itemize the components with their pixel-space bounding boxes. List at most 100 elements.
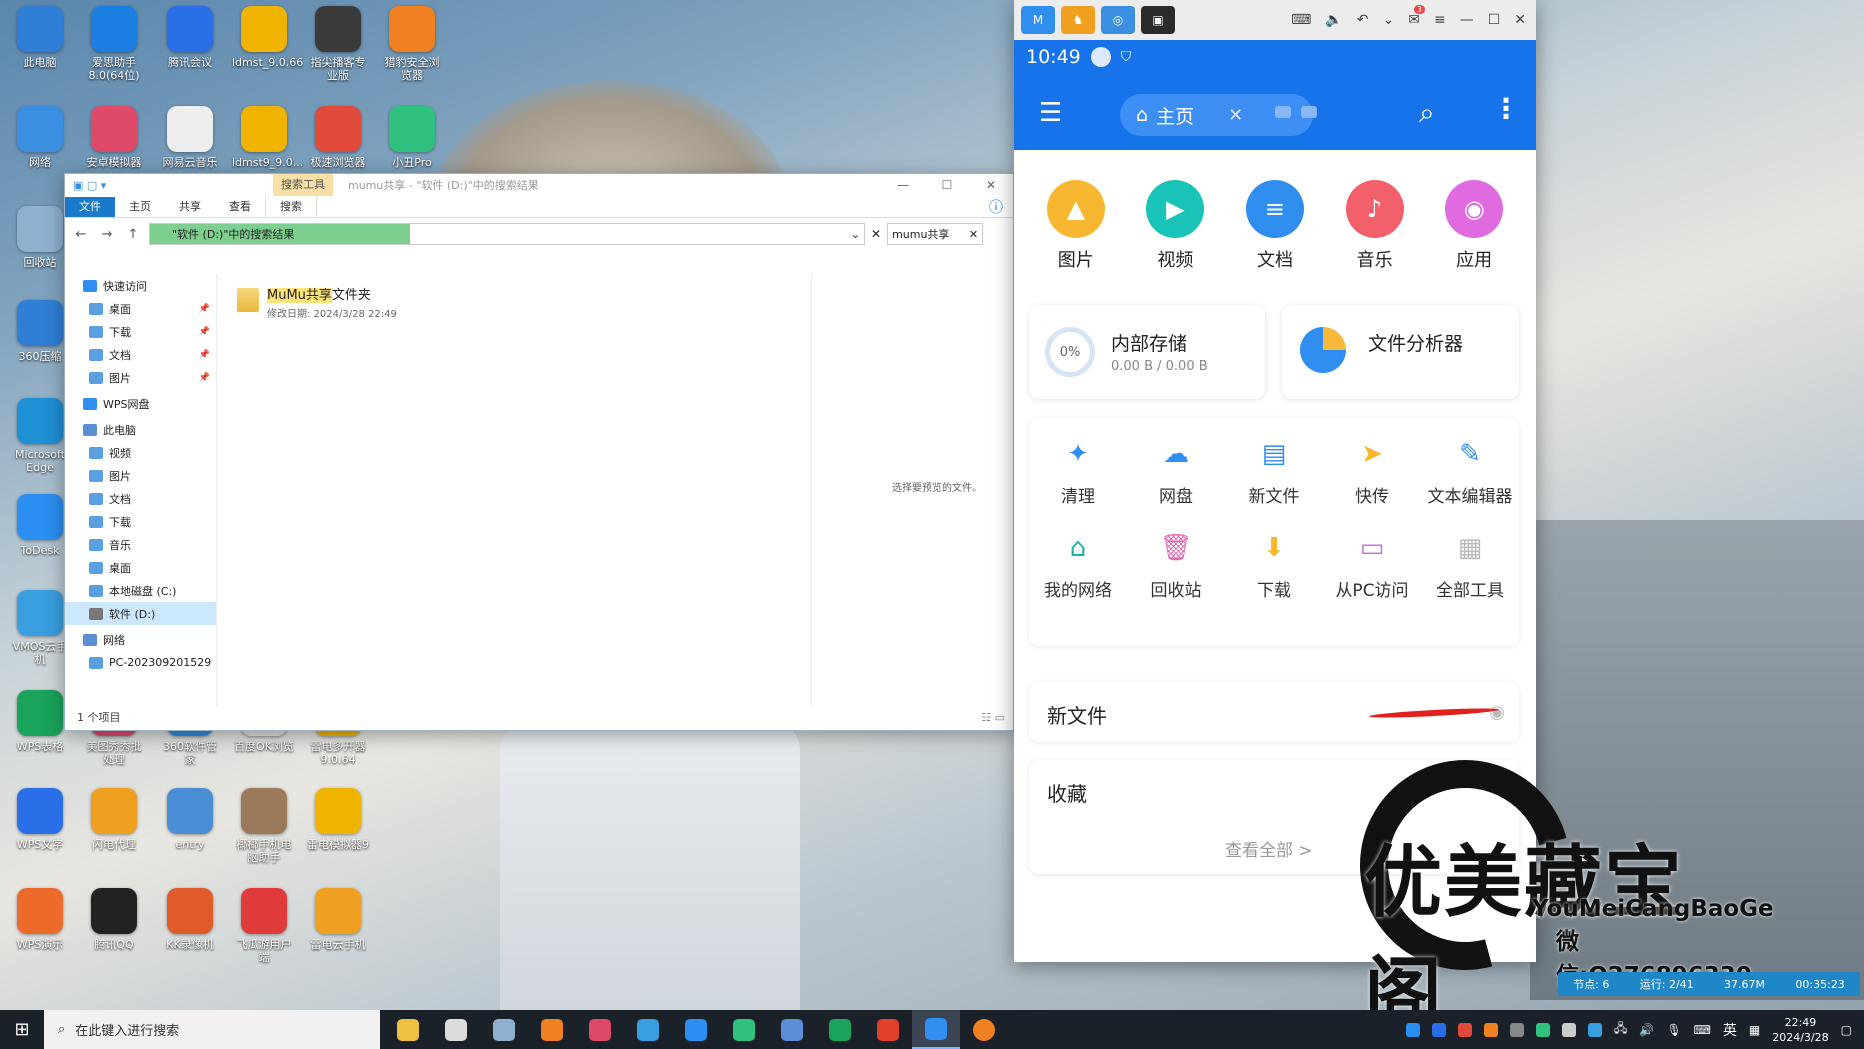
app-tab-icon[interactable]: ◎ [1101, 6, 1135, 34]
folder-tab-icon[interactable] [1275, 106, 1291, 118]
desktop-icon[interactable]: 此电脑 [8, 6, 72, 69]
file-analyzer-card[interactable]: 文件分析器 [1282, 305, 1519, 399]
game-tab-icon[interactable]: ♞ [1061, 6, 1095, 34]
tray-icon[interactable] [1588, 1022, 1602, 1037]
search-icon[interactable]: ⌕ [1419, 96, 1435, 130]
emu-close-button[interactable]: ✕ [1514, 12, 1526, 28]
nvidia-icon[interactable] [1536, 1022, 1550, 1037]
desktop-icon[interactable]: 安卓模拟器 [82, 106, 146, 169]
app-taskbar-icon[interactable] [528, 1010, 576, 1049]
desktop-icon[interactable]: 小丑Pro [380, 106, 444, 169]
chevron-down-icon[interactable]: ⌄ [1383, 12, 1395, 28]
tab-view[interactable]: 查看 [215, 197, 265, 217]
app-taskbar-icon[interactable] [432, 1010, 480, 1049]
category-item[interactable]: ▲ 图片 [1036, 180, 1116, 280]
tool-item[interactable]: ✦ 清理 [1029, 434, 1127, 507]
desktop-icon[interactable]: 闪电代理 [82, 788, 146, 851]
app-taskbar-icon[interactable] [624, 1010, 672, 1049]
search-clear-icon[interactable]: ✕ [969, 228, 978, 241]
desktop-icon[interactable]: KK录像机 [158, 888, 222, 951]
sidebar-item[interactable]: 下载 📌 [65, 320, 216, 343]
sidebar-item[interactable]: 本地磁盘 (C:) [65, 579, 216, 602]
browser-taskbar-icon[interactable] [960, 1010, 1008, 1049]
notification-center-icon[interactable]: ▢ [1841, 1023, 1852, 1037]
desktop-icon[interactable]: 360压缩 [8, 300, 72, 363]
search-input[interactable]: mumu共享 ✕ [887, 223, 984, 245]
todesk-taskbar-icon[interactable] [672, 1010, 720, 1049]
desktop-icon[interactable]: 网易云音乐 [158, 106, 222, 169]
tab-share[interactable]: 共享 [165, 197, 215, 217]
desktop-icon[interactable]: ToDesk [8, 494, 72, 557]
maximize-button[interactable]: ☐ [925, 174, 969, 196]
pin-icon[interactable]: 📌 [199, 350, 210, 360]
up-arrow-icon[interactable]: ↑ [123, 227, 143, 242]
tray-icon[interactable] [1484, 1022, 1498, 1037]
desktop-icon[interactable]: WPS文字 [8, 788, 72, 851]
wps-taskbar-icon[interactable] [816, 1010, 864, 1049]
tool-item[interactable]: ➤ 快传 [1323, 434, 1421, 507]
windows-start-icon[interactable]: ⊞ [0, 1010, 44, 1049]
tool-item[interactable]: ✎ 文本编辑器 [1421, 434, 1519, 507]
category-item[interactable]: ≡ 文档 [1235, 180, 1315, 280]
category-item[interactable]: ♪ 音乐 [1335, 180, 1415, 280]
quick-access-toolbar-icon[interactable]: ▣ ▢ ▾ [73, 179, 106, 192]
file-manager-tab-icon[interactable]: ▣ [1141, 6, 1175, 34]
sidebar-item[interactable]: 视频 [65, 441, 216, 464]
tab-home[interactable]: 主页 [115, 197, 165, 217]
tool-item[interactable]: ⌂ 我的网络 [1029, 528, 1127, 601]
sidebar-item[interactable]: PC-202309201529 [65, 651, 216, 674]
ime-grid-icon[interactable]: ▦ [1749, 1023, 1760, 1037]
internal-storage-card[interactable]: 0% 内部存储 0.00 B / 0.00 B [1029, 305, 1265, 399]
eye-icon[interactable]: ◉ [1489, 702, 1505, 723]
desktop-icon[interactable]: Microsoft Edge [8, 398, 72, 474]
tool-item[interactable]: ☁ 网盘 [1127, 434, 1225, 507]
category-item[interactable]: ◉ 应用 [1434, 180, 1514, 280]
menu-icon[interactable]: ≡ [1434, 12, 1446, 28]
desktop-icon[interactable]: 椰椰手机电脑助手 [232, 788, 296, 864]
tab-home-pill[interactable]: ⌂ 主页 ✕ [1120, 94, 1317, 136]
address-dropdown-icon[interactable]: ⌄ [851, 228, 860, 241]
desktop-icon[interactable]: WPS演示 [8, 888, 72, 951]
sidebar-item[interactable]: 文档 📌 [65, 343, 216, 366]
ime-icon[interactable]: ⌨ [1694, 1023, 1711, 1037]
back-arrow-icon[interactable]: ← [71, 227, 91, 242]
sidebar-item[interactable]: 图片 📌 [65, 366, 216, 389]
sidebar-item[interactable]: 软件 (D:) [65, 602, 216, 625]
more-options-icon[interactable]: ⋮ [1492, 92, 1520, 125]
sidebar-item[interactable]: 桌面 📌 [65, 297, 216, 320]
minimize-button[interactable]: — [881, 174, 925, 196]
volume-icon[interactable]: 🔊 [1639, 1023, 1654, 1037]
forward-arrow-icon[interactable]: → [97, 227, 117, 242]
sidebar-item[interactable]: 网络 [65, 628, 216, 651]
desktop-icon[interactable]: ldmst_9.0.66 [232, 6, 303, 69]
tab-search[interactable]: 搜索 [265, 197, 317, 217]
desktop-icon[interactable]: 雷电云手机 [306, 888, 370, 951]
app-taskbar-icon[interactable] [576, 1010, 624, 1049]
desktop-icon[interactable]: 爱思助手 8.0(64位) [82, 6, 146, 82]
bluetooth-icon[interactable] [1432, 1022, 1446, 1037]
list-item[interactable]: MuMu共享文件夹 修改日期: 2024/3/28 22:49 [237, 284, 397, 320]
desktop-icon[interactable]: 猎豹安全浏览器 [380, 6, 444, 82]
tray-icon[interactable] [1510, 1022, 1524, 1037]
sidebar-item[interactable]: 桌面 [65, 556, 216, 579]
desktop-icon[interactable]: 雷电模拟器9 [306, 788, 370, 851]
tool-item[interactable]: ▤ 新文件 [1225, 434, 1323, 507]
language-indicator[interactable]: 英 [1723, 1020, 1737, 1040]
tray-icon[interactable] [1458, 1022, 1472, 1037]
hamburger-menu-icon[interactable]: ☰ [1039, 98, 1069, 128]
mic-icon[interactable]: 🎙 [1666, 1023, 1681, 1037]
desktop-icon[interactable]: 腾讯QQ [82, 888, 146, 951]
clear-search-icon[interactable]: ✕ [871, 227, 881, 241]
sidebar-item[interactable]: 快速访问 [65, 274, 216, 297]
cloud-tab-icon[interactable] [1301, 106, 1317, 118]
address-bar[interactable]: "软件 (D:)"中的搜索结果 ⌄ [149, 223, 865, 245]
sidebar-item[interactable]: 文档 [65, 487, 216, 510]
desktop-icon[interactable]: 腾讯会议 [158, 6, 222, 69]
mumu-taskbar-icon[interactable] [912, 1010, 960, 1049]
clock[interactable]: 22:49 2024/3/28 [1772, 1015, 1828, 1045]
pin-icon[interactable]: 📌 [199, 327, 210, 337]
desktop-icon[interactable]: ldmst9_9.0... [232, 106, 303, 169]
app-taskbar-icon[interactable] [768, 1010, 816, 1049]
desktop-icon[interactable]: 网络 [8, 106, 72, 169]
emu-minimize-button[interactable]: — [1460, 12, 1474, 28]
